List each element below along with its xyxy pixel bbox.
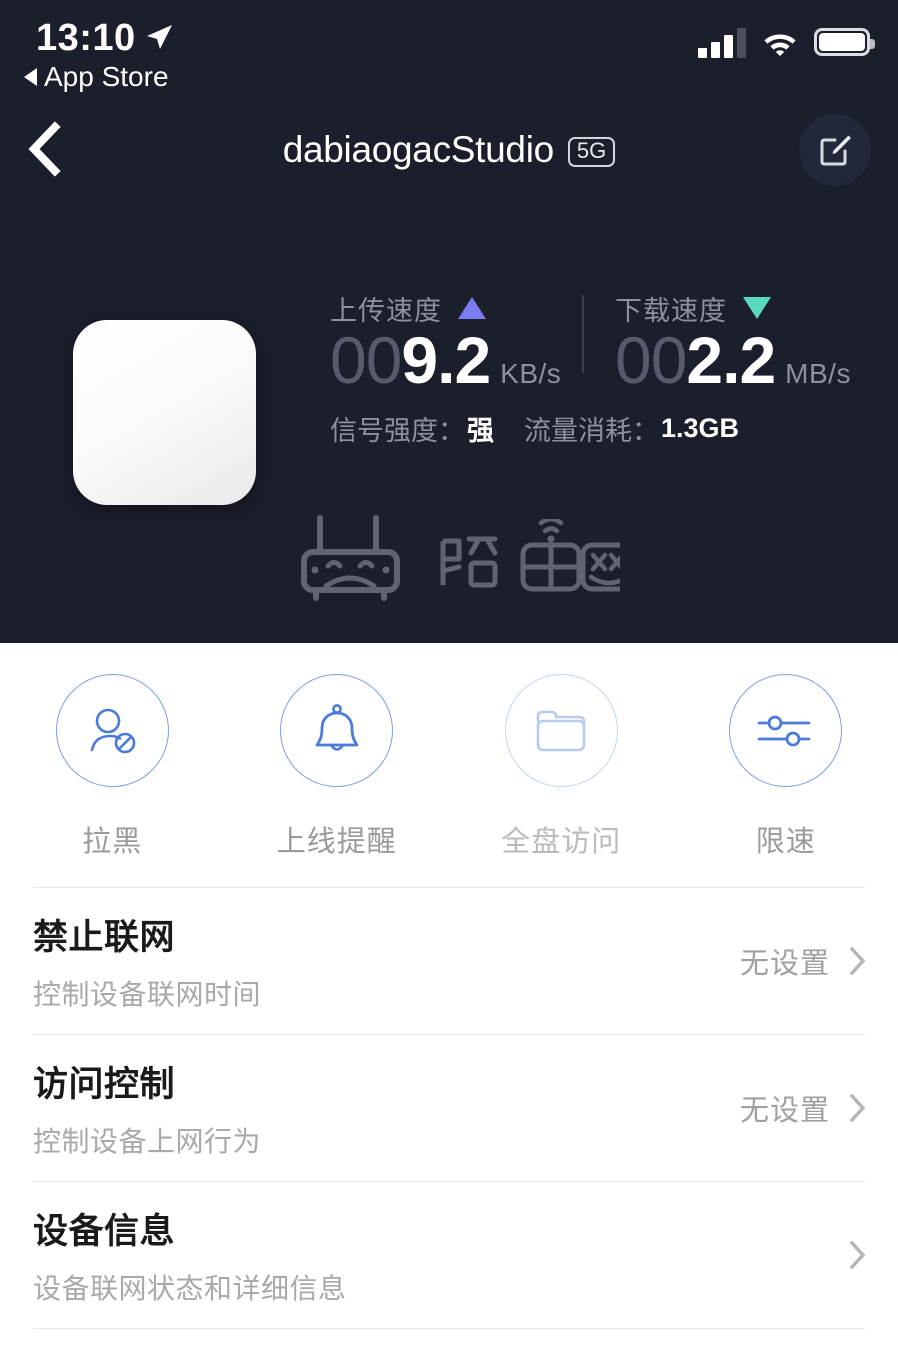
triangle-down-icon bbox=[743, 297, 771, 319]
cellular-signal-icon bbox=[698, 26, 746, 58]
download-value: 2.2 bbox=[686, 323, 776, 397]
secondary-stats: 信号强度： 强 流量消耗： 1.3GB bbox=[330, 409, 739, 448]
traffic-usage-value: 1.3GB bbox=[661, 413, 740, 443]
chevron-right-icon bbox=[850, 1094, 865, 1122]
triangle-up-icon bbox=[458, 297, 486, 319]
row-value: 无设置 bbox=[739, 1095, 830, 1127]
quick-action-speed-limit[interactable]: 限速 bbox=[674, 674, 898, 860]
full-disk-access-button[interactable] bbox=[504, 674, 618, 787]
signal-strength-label: 信号强度： bbox=[330, 416, 465, 446]
row-text-group: 访问控制 控制设备上网行为 bbox=[33, 1056, 261, 1160]
row-text-group: 禁止联网 控制设备联网时间 bbox=[33, 909, 261, 1013]
download-speed-block: 下载速度 00 2.2 MB/s bbox=[615, 291, 851, 394]
row-subtitle: 控制设备上网行为 bbox=[33, 1126, 262, 1157]
upload-value: 9.2 bbox=[401, 323, 491, 397]
download-unit: MB/s bbox=[785, 358, 851, 389]
row-text-group: 设备信息 设备联网状态和详细信息 bbox=[33, 1203, 347, 1307]
blacklist-button[interactable] bbox=[55, 674, 169, 787]
return-to-app-button[interactable]: App Store bbox=[24, 61, 169, 93]
device-avatar bbox=[73, 320, 256, 505]
status-bar-clock: 13:10 bbox=[36, 17, 136, 59]
device-detail-screen: 13:10 App Store dabiaogacStudio 5G 上传速度 … bbox=[0, 0, 898, 1348]
row-title: 禁止联网 bbox=[33, 918, 176, 957]
row-right-group: 无设置 bbox=[740, 940, 865, 982]
row-right-group: 无设置 bbox=[740, 1087, 865, 1129]
return-app-label: App Store bbox=[44, 61, 169, 92]
full-disk-access-label: 全盘访问 bbox=[501, 826, 622, 858]
signal-strength-value: 强 bbox=[467, 416, 494, 446]
user-block-icon bbox=[90, 708, 136, 753]
battery-icon bbox=[814, 28, 875, 56]
brand-wordmark bbox=[440, 519, 620, 592]
quick-action-blacklist[interactable]: 拉黑 bbox=[0, 674, 225, 860]
blacklist-label: 拉黑 bbox=[82, 826, 143, 858]
download-value-group: 00 2.2 MB/s bbox=[615, 327, 851, 393]
settings-list: 禁止联网 控制设备联网时间 无设置 访问控制 控制设备上网行为 无设置 设备信息… bbox=[0, 887, 898, 1329]
quick-action-online-alert[interactable]: 上线提醒 bbox=[225, 674, 450, 860]
download-header: 下载速度 bbox=[615, 291, 851, 326]
quick-actions-row: 拉黑 上线提醒 全盘访问 限速 bbox=[0, 674, 898, 860]
speed-limit-button[interactable] bbox=[729, 674, 843, 787]
nav-title-group: dabiaogacStudio 5G bbox=[0, 100, 898, 200]
download-label: 下载速度 bbox=[615, 295, 727, 326]
row-right-group bbox=[830, 1241, 865, 1269]
status-bar: 13:10 App Store bbox=[0, 0, 898, 100]
back-triangle-icon bbox=[24, 68, 37, 86]
row-value: 无设置 bbox=[739, 948, 830, 980]
status-bar-indicators bbox=[698, 26, 875, 58]
router-icon bbox=[301, 515, 400, 601]
edit-square-icon bbox=[820, 135, 851, 166]
speed-divider bbox=[582, 295, 584, 373]
upload-unit: KB/s bbox=[500, 358, 562, 389]
brand-logo bbox=[298, 512, 620, 604]
navigation-bar: dabiaogacStudio 5G bbox=[0, 100, 898, 200]
traffic-usage-label: 流量消耗： bbox=[524, 416, 659, 446]
online-alert-label: 上线提醒 bbox=[276, 826, 397, 858]
upload-label: 上传速度 bbox=[330, 295, 442, 326]
list-item-block-internet[interactable]: 禁止联网 控制设备联网时间 无设置 bbox=[0, 888, 898, 1034]
row-title: 访问控制 bbox=[33, 1065, 176, 1104]
speed-stats: 上传速度 00 9.2 KB/s 下载速度 00 2.2 MB/s 信号强度： … bbox=[330, 291, 870, 446]
page-title: dabiaogacStudio bbox=[282, 129, 554, 170]
row-subtitle: 设备联网状态和详细信息 bbox=[33, 1273, 347, 1304]
wifi-icon bbox=[764, 34, 796, 56]
folder-icon bbox=[536, 710, 586, 751]
list-item-access-control[interactable]: 访问控制 控制设备上网行为 无设置 bbox=[0, 1035, 898, 1181]
chevron-right-icon bbox=[850, 947, 865, 975]
content-panel: www.luyouwang.net bbox=[0, 643, 898, 1348]
online-alert-button[interactable] bbox=[280, 674, 394, 787]
upload-leading-zeros: 00 bbox=[330, 323, 402, 397]
quick-action-full-disk-access[interactable]: 全盘访问 bbox=[449, 674, 674, 860]
bell-icon bbox=[315, 703, 359, 751]
speed-limit-label: 限速 bbox=[755, 826, 816, 858]
row-title: 设备信息 bbox=[33, 1212, 176, 1251]
download-leading-zeros: 00 bbox=[615, 323, 687, 397]
sliders-icon bbox=[757, 715, 811, 746]
upload-header: 上传速度 bbox=[330, 291, 561, 326]
row-subtitle: 控制设备联网时间 bbox=[33, 979, 262, 1010]
location-arrow-icon bbox=[147, 25, 172, 49]
upload-speed-block: 上传速度 00 9.2 KB/s bbox=[330, 291, 561, 394]
band-badge: 5G bbox=[567, 136, 616, 167]
list-item-device-info[interactable]: 设备信息 设备联网状态和详细信息 bbox=[0, 1182, 898, 1328]
list-divider-bottom bbox=[33, 1328, 865, 1329]
header-panel: 13:10 App Store dabiaogacStudio 5G 上传速度 … bbox=[0, 0, 898, 643]
chevron-right-icon bbox=[850, 1241, 865, 1269]
edit-device-button[interactable] bbox=[799, 114, 871, 186]
upload-value-group: 00 9.2 KB/s bbox=[330, 327, 561, 393]
